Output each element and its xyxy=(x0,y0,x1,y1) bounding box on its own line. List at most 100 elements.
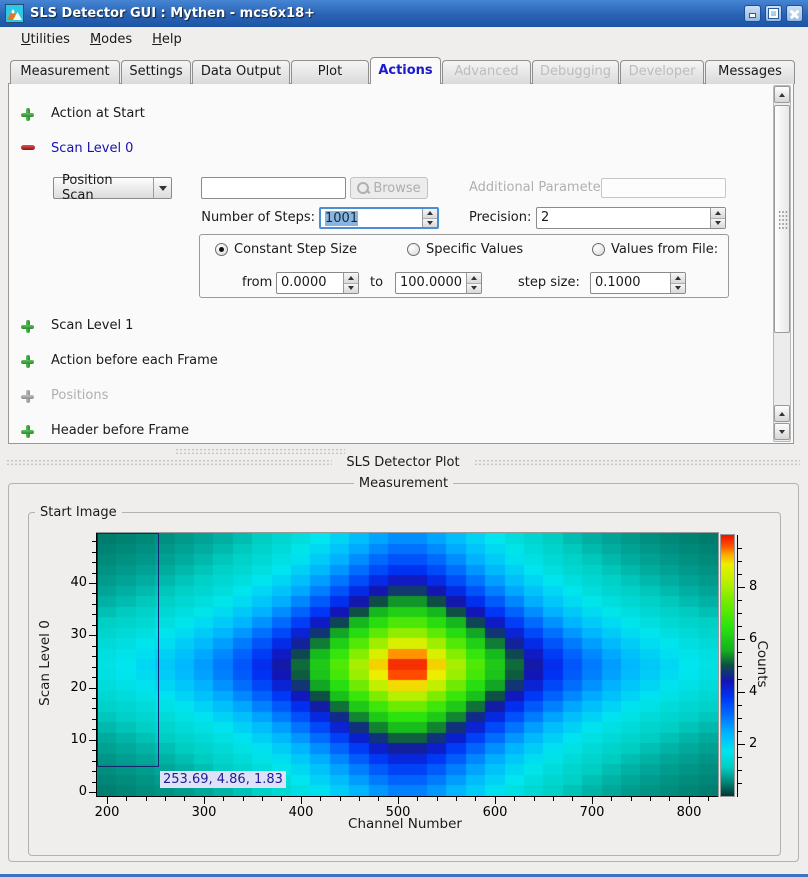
tab-data-output[interactable]: Data Output xyxy=(192,60,290,84)
dock-title-bar[interactable]: SLS Detector Plot xyxy=(6,455,800,470)
collapse-minus-icon[interactable] xyxy=(21,145,35,150)
spin-up-icon[interactable] xyxy=(467,273,481,284)
step-size-spinbox[interactable]: 0.1000 xyxy=(590,272,686,294)
menu-modes[interactable]: Modes xyxy=(80,30,142,49)
scan-level-0-header[interactable]: Scan Level 0 xyxy=(51,141,133,157)
heatmap-frame xyxy=(96,532,719,797)
colorbar-canvas xyxy=(721,535,734,796)
spinner-buttons[interactable] xyxy=(422,209,437,227)
specific-values-radio[interactable] xyxy=(407,243,420,256)
step-size-label: step size: xyxy=(518,275,580,291)
number-of-steps-spinbox[interactable]: 1001 xyxy=(319,207,439,229)
scroll-up-icon[interactable] xyxy=(774,86,790,103)
header-before-frame-header[interactable]: Header before Frame xyxy=(51,423,189,439)
spin-up-icon[interactable] xyxy=(711,208,725,219)
tab-developer: Developer xyxy=(620,60,704,84)
step-mode-groupbox: Constant Step Size Specific Values Value… xyxy=(199,234,729,298)
zoom-selection-rect xyxy=(97,533,159,767)
expand-plus-icon[interactable] xyxy=(21,355,34,368)
spin-down-icon[interactable] xyxy=(711,219,725,229)
dock-title-texture xyxy=(474,459,800,466)
spin-down-icon[interactable] xyxy=(423,219,437,228)
maximize-icon[interactable] xyxy=(765,5,782,22)
tab-bar: Measurement Settings Data Output Plot Ac… xyxy=(10,57,796,84)
constant-step-label[interactable]: Constant Step Size xyxy=(234,242,357,258)
values-from-file-label[interactable]: Values from File: xyxy=(611,242,718,258)
browse-label: Browse xyxy=(373,181,420,196)
spin-down-icon[interactable] xyxy=(467,284,481,294)
scroll-up-icon[interactable] xyxy=(774,405,790,422)
measurement-group-title: Measurement xyxy=(354,476,453,491)
constant-step-radio[interactable] xyxy=(215,243,228,256)
precision-label: Precision: xyxy=(469,210,531,226)
spin-up-icon[interactable] xyxy=(423,209,437,219)
additional-parameter-input xyxy=(601,178,726,198)
step-size-value: 0.1000 xyxy=(591,273,670,293)
to-value: 100.0000 xyxy=(396,273,466,293)
menu-help[interactable]: Help xyxy=(142,30,192,49)
precision-spinbox[interactable]: 2 xyxy=(536,207,726,229)
spinner-buttons[interactable] xyxy=(670,273,685,293)
spin-down-icon[interactable] xyxy=(671,284,685,294)
dock-title: SLS Detector Plot xyxy=(332,455,473,470)
heatmap-canvas[interactable] xyxy=(97,533,718,796)
colorbar-title: Counts xyxy=(754,640,770,688)
magnifier-icon xyxy=(357,182,369,194)
spin-down-icon[interactable] xyxy=(344,284,358,294)
close-icon[interactable] xyxy=(786,5,803,22)
dock-title-texture xyxy=(6,459,332,466)
tab-measurement[interactable]: Measurement xyxy=(10,60,120,84)
y-axis-title: Scan Level 0 xyxy=(37,619,53,707)
app-icon xyxy=(5,4,24,23)
action-before-frame-header[interactable]: Action before each Frame xyxy=(51,353,218,369)
colorbar-frame xyxy=(720,534,735,797)
tab-advanced: Advanced xyxy=(442,60,531,84)
menu-utilities[interactable]: Utilities xyxy=(11,30,80,49)
expand-plus-icon[interactable] xyxy=(21,425,34,438)
additional-parameter-label: Additional Parameter: xyxy=(469,180,610,196)
minimize-icon[interactable] xyxy=(744,5,761,22)
scan-script-input[interactable] xyxy=(201,177,346,199)
x-axis-title: Channel Number xyxy=(300,816,510,832)
scan-mode-value: Position Scan xyxy=(54,173,153,203)
title-bar[interactable]: SLS Detector GUI : Mythen - mcs6x18+ xyxy=(0,0,808,27)
to-spinbox[interactable]: 100.0000 xyxy=(395,272,482,294)
steps-value: 1001 xyxy=(325,211,358,226)
from-value: 0.0000 xyxy=(277,273,343,293)
from-spinbox[interactable]: 0.0000 xyxy=(276,272,359,294)
tab-settings[interactable]: Settings xyxy=(121,60,191,84)
splitter-handle[interactable] xyxy=(175,448,345,455)
spin-up-icon[interactable] xyxy=(671,273,685,284)
vertical-scrollbar[interactable] xyxy=(773,85,791,442)
tab-debugging: Debugging xyxy=(532,60,619,84)
tab-messages[interactable]: Messages xyxy=(705,60,795,84)
start-image-title: Start Image xyxy=(35,505,122,520)
chevron-down-icon[interactable] xyxy=(153,178,171,198)
browse-button: Browse xyxy=(350,177,428,199)
plot-dock: SLS Detector Plot Measurement Start Imag… xyxy=(0,446,808,877)
specific-values-label[interactable]: Specific Values xyxy=(426,242,523,258)
scrollbar-thumb[interactable] xyxy=(774,105,790,333)
expand-plus-icon-disabled xyxy=(21,390,34,403)
tab-plot[interactable]: Plot xyxy=(291,60,369,84)
expand-plus-icon[interactable] xyxy=(21,108,34,121)
scan-mode-select[interactable]: Position Scan xyxy=(53,177,172,199)
spinner-buttons[interactable] xyxy=(710,208,725,228)
expand-plus-icon[interactable] xyxy=(21,320,34,333)
window-title: SLS Detector GUI : Mythen - mcs6x18+ xyxy=(30,6,315,21)
positions-header: Positions xyxy=(51,388,108,404)
cursor-readout: 253.69, 4.86, 1.83 xyxy=(160,771,286,788)
spin-up-icon[interactable] xyxy=(344,273,358,284)
to-label: to xyxy=(370,275,383,291)
actions-pane: Action at Start Scan Level 0 Position Sc… xyxy=(8,83,794,444)
number-of-steps-label: Number of Steps: xyxy=(199,210,315,226)
spinner-buttons[interactable] xyxy=(343,273,358,293)
app-window: SLS Detector GUI : Mythen - mcs6x18+ Uti… xyxy=(0,0,808,877)
tab-actions[interactable]: Actions xyxy=(370,57,441,84)
values-from-file-radio[interactable] xyxy=(592,243,605,256)
spinner-buttons[interactable] xyxy=(466,273,481,293)
scroll-down-icon[interactable] xyxy=(774,423,790,440)
scan-level-1-header[interactable]: Scan Level 1 xyxy=(51,318,133,334)
action-at-start-header[interactable]: Action at Start xyxy=(51,106,145,122)
precision-value: 2 xyxy=(537,208,710,228)
